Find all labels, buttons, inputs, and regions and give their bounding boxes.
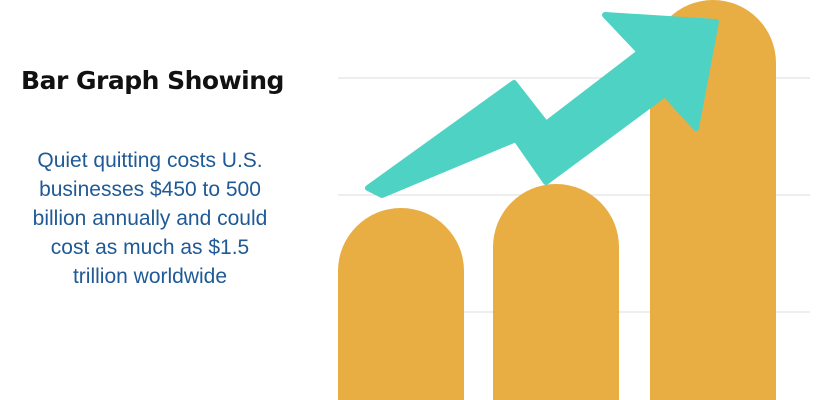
- bar-chart: [338, 0, 810, 400]
- bar: [338, 208, 464, 400]
- bar: [493, 184, 619, 400]
